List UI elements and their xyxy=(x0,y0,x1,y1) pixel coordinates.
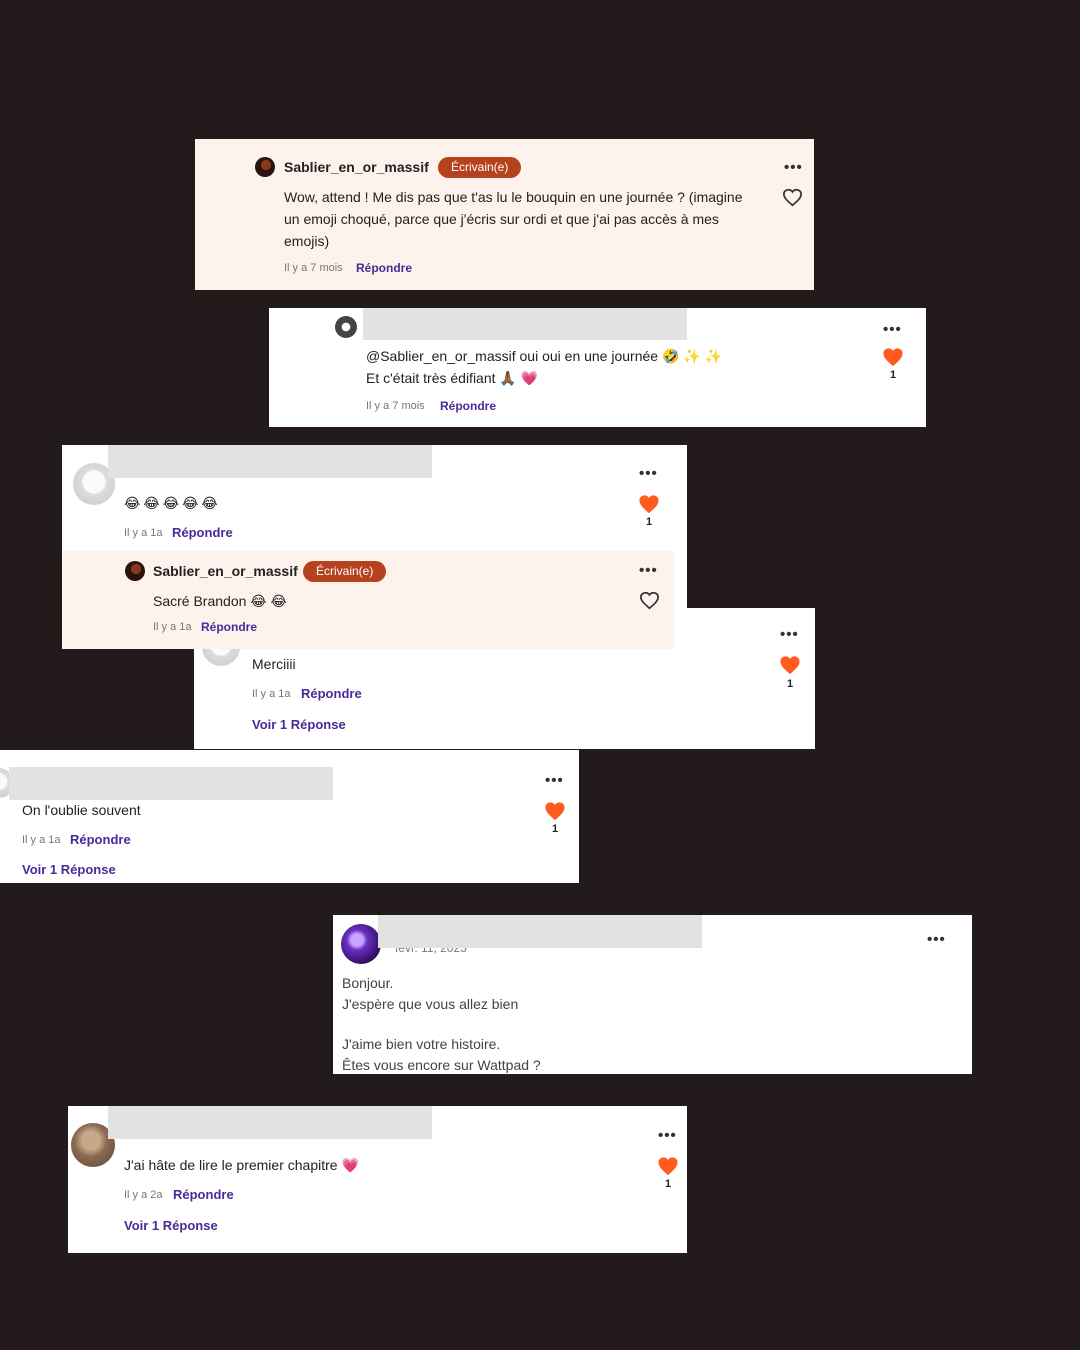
more-options-icon[interactable]: ••• xyxy=(883,322,902,337)
comment-line: J'espère que vous allez bien xyxy=(342,995,519,1012)
like-count: 1 xyxy=(889,369,897,381)
comment-line: Et c'était très édifiant 🙏🏾 💗 xyxy=(366,370,539,386)
timestamp: Il y a 1a xyxy=(153,621,192,633)
view-replies-link[interactable]: Voir 1 Réponse xyxy=(252,717,346,732)
heart-filled-icon[interactable] xyxy=(544,801,566,821)
writer-badge: Écrivain(e) xyxy=(303,561,387,582)
heart-filled-icon[interactable] xyxy=(882,347,904,367)
comment-text: @Sablier_en_or_massif oui oui en une jou… xyxy=(366,345,846,389)
comment-card-author-1: Sablier_en_or_massif Écrivain(e) ••• Wow… xyxy=(195,139,814,290)
reply-link[interactable]: Répondre xyxy=(172,525,233,540)
heart-outline-icon[interactable] xyxy=(639,591,660,610)
user-avatar[interactable] xyxy=(335,316,357,338)
author-avatar[interactable] xyxy=(255,157,275,177)
comment-card-2: ••• @Sablier_en_or_massif oui oui en une… xyxy=(269,308,926,427)
comment-text: On l'oublie souvent xyxy=(22,802,141,818)
comment-card-3: ••• 😂😂😂😂😂 1 Il y a 1a Répondre Sablier_e… xyxy=(62,445,687,649)
comment-text: J'ai hâte de lire le premier chapitre 💗 xyxy=(124,1157,359,1173)
writer-badge: Écrivain(e) xyxy=(438,157,522,178)
comment-text: Wow, attend ! Me dis pas que t'as lu le … xyxy=(284,186,764,252)
like-count: 1 xyxy=(551,823,559,835)
author-reply: Sablier_en_or_massif Écrivain(e) ••• Sac… xyxy=(62,551,674,649)
comment-text: Merciiii xyxy=(252,656,296,672)
timestamp: Il y a 1a xyxy=(252,688,291,700)
timestamp: Il y a 1a xyxy=(22,834,61,846)
username[interactable]: Sablier_en_or_massif xyxy=(153,563,298,579)
like-count: 1 xyxy=(664,1178,672,1190)
more-options-icon[interactable]: ••• xyxy=(639,466,658,481)
timestamp: Il y a 7 mois xyxy=(366,400,425,412)
comment-card-6: févr. 11, 2023 ••• Bonjour. J'espère que… xyxy=(333,915,972,1074)
like-count: 1 xyxy=(645,516,653,528)
reply-link[interactable]: Répondre xyxy=(440,399,496,413)
comment-line: Bonjour. xyxy=(342,975,394,991)
comment-text: 😂😂😂😂😂 xyxy=(124,495,221,511)
comment-card-5: ••• On l'oublie souvent 1 Il y a 1a Répo… xyxy=(0,750,579,883)
more-options-icon[interactable]: ••• xyxy=(784,160,803,175)
comment-text: Sacré Brandon 😂 😂 xyxy=(153,593,287,609)
reply-link[interactable]: Répondre xyxy=(356,261,412,275)
view-replies-link[interactable]: Voir 1 Réponse xyxy=(124,1218,218,1233)
comment-text: Bonjour. J'espère que vous allez bien J'… xyxy=(342,973,541,1074)
username[interactable]: Sablier_en_or_massif xyxy=(284,159,429,175)
comment-line: J'aime bien votre histoire. xyxy=(342,1036,501,1052)
more-options-icon[interactable]: ••• xyxy=(927,932,946,947)
timestamp: Il y a 2a xyxy=(124,1189,163,1201)
comment-card-7: ••• J'ai hâte de lire le premier chapitr… xyxy=(68,1106,687,1253)
reply-link[interactable]: Répondre xyxy=(301,686,362,701)
more-options-icon[interactable]: ••• xyxy=(658,1128,677,1143)
comment-line: Êtes vous encore sur Wattpad ? xyxy=(342,1056,541,1073)
redacted-username xyxy=(108,1106,432,1139)
more-options-icon[interactable]: ••• xyxy=(639,563,658,578)
reply-link[interactable]: Répondre xyxy=(201,620,257,634)
view-replies-link[interactable]: Voir 1 Réponse xyxy=(22,862,116,877)
heart-outline-icon[interactable] xyxy=(782,188,803,207)
reply-link[interactable]: Répondre xyxy=(70,832,131,847)
comment-line: un emoji choqué, parce que j'écris sur o… xyxy=(284,211,719,227)
like-count: 1 xyxy=(786,678,794,690)
heart-filled-icon[interactable] xyxy=(779,655,801,675)
redacted-username xyxy=(9,767,333,800)
redacted-username xyxy=(378,915,702,948)
timestamp: Il y a 7 mois xyxy=(284,262,343,274)
redacted-username xyxy=(363,308,687,340)
author-avatar[interactable] xyxy=(125,561,145,581)
user-avatar[interactable] xyxy=(341,924,381,964)
heart-filled-icon[interactable] xyxy=(657,1156,679,1176)
comment-line: Wow, attend ! Me dis pas que t'as lu le … xyxy=(284,189,743,205)
comment-line: @Sablier_en_or_massif oui oui en une jou… xyxy=(366,348,723,364)
redacted-username xyxy=(108,445,432,478)
more-options-icon[interactable]: ••• xyxy=(545,773,564,788)
comment-line: emojis) xyxy=(284,233,330,249)
timestamp: Il y a 1a xyxy=(124,527,163,539)
more-options-icon[interactable]: ••• xyxy=(780,627,799,642)
heart-filled-icon[interactable] xyxy=(638,494,660,514)
reply-link[interactable]: Répondre xyxy=(173,1187,234,1202)
